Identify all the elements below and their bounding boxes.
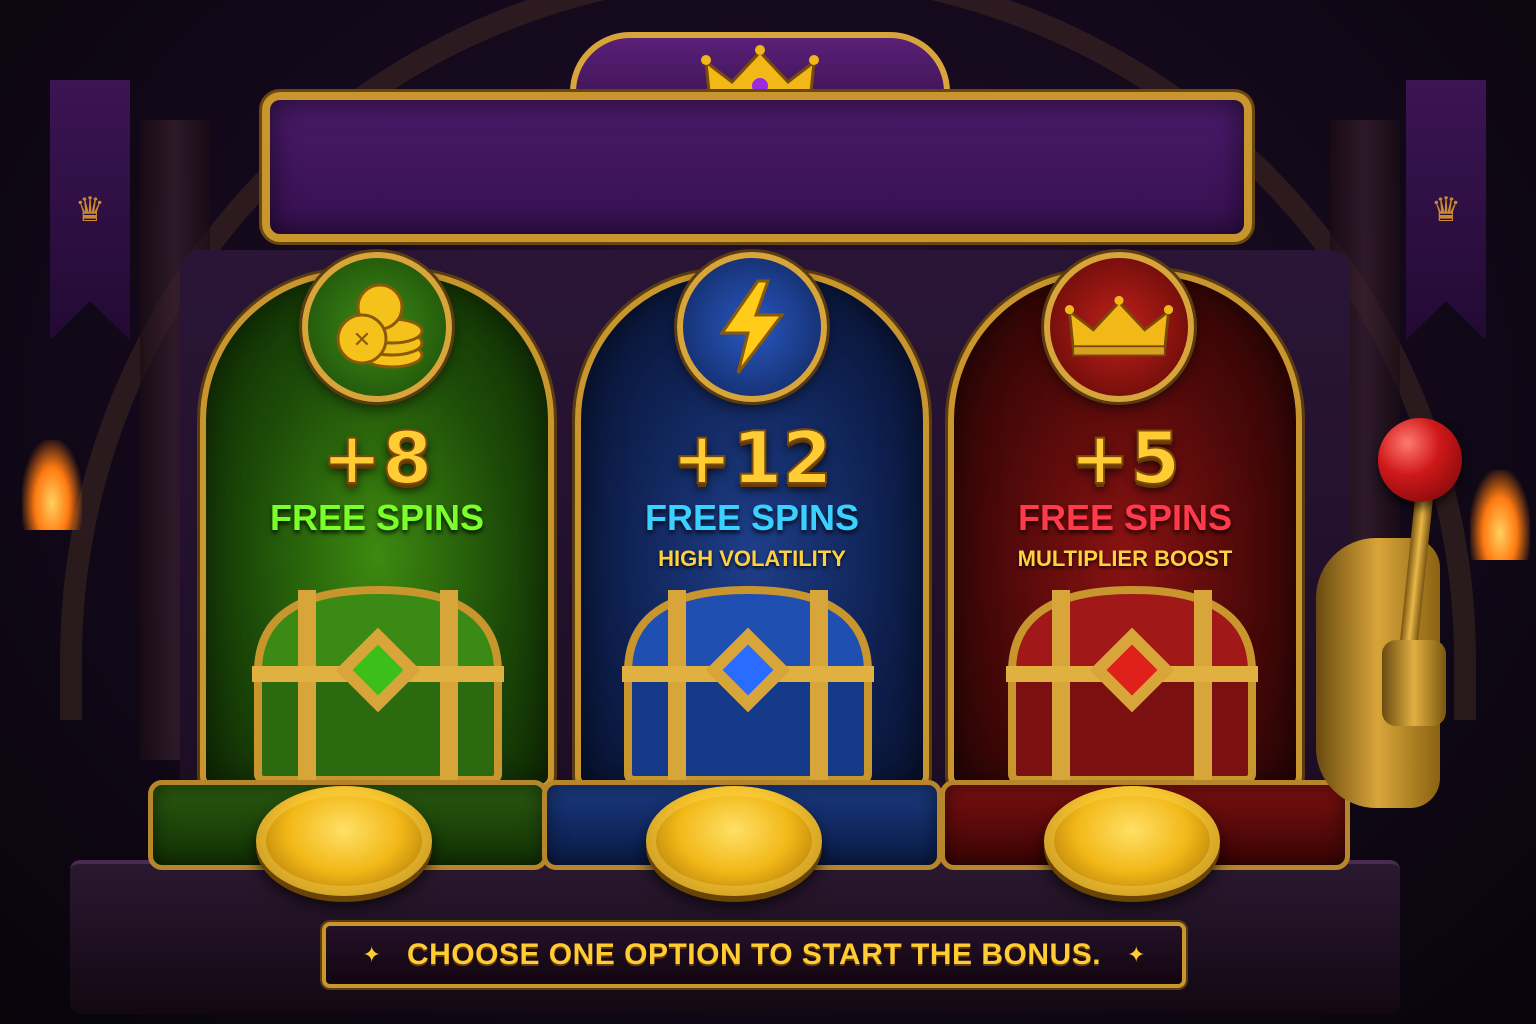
free-spins-count: +12 <box>671 416 834 500</box>
slot-lever-knob[interactable] <box>1378 418 1462 502</box>
select-button-green[interactable] <box>256 786 432 896</box>
background-banner: ♛ <box>50 80 130 340</box>
option-subtitle: HIGH VOLATILITY <box>658 546 846 571</box>
option-subtitle: MULTIPLIER BOOST <box>1017 546 1233 571</box>
treasure-chest-red[interactable] <box>992 580 1272 790</box>
lightning-bolt-icon <box>719 279 786 374</box>
slot-lever-hub <box>1382 640 1446 726</box>
torch-flame <box>1470 470 1530 560</box>
free-spins-label: FREE SPINS <box>644 497 860 538</box>
title-plaque <box>262 92 1252 242</box>
sparkle-icon: ✦ <box>362 942 381 968</box>
treasure-chest-blue[interactable] <box>608 580 888 790</box>
background-banner: ♛ <box>1406 80 1486 340</box>
free-spins-label: FREE SPINS <box>269 497 485 538</box>
instruction-banner: ✦ CHOOSE ONE OPTION TO START THE BONUS. … <box>322 922 1186 988</box>
treasure-chest-green[interactable] <box>238 580 518 790</box>
select-button-red[interactable] <box>1044 786 1220 896</box>
svg-text:✕: ✕ <box>353 328 371 353</box>
medallion-red <box>1044 252 1194 402</box>
crown-icon <box>1064 295 1174 357</box>
medallion-green: ✕ <box>302 252 452 402</box>
free-spins-count: +8 <box>321 416 433 500</box>
torch-flame <box>22 440 82 530</box>
free-spins-label: FREE SPINS <box>1017 497 1233 538</box>
select-button-blue[interactable] <box>646 786 822 896</box>
free-spins-count: +5 <box>1069 416 1181 500</box>
medallion-blue <box>677 252 827 402</box>
sparkle-icon: ✦ <box>1127 942 1146 968</box>
gold-coins-icon: ✕ <box>336 283 424 369</box>
instruction-text: CHOOSE ONE OPTION TO START THE BONUS. <box>406 938 1102 971</box>
